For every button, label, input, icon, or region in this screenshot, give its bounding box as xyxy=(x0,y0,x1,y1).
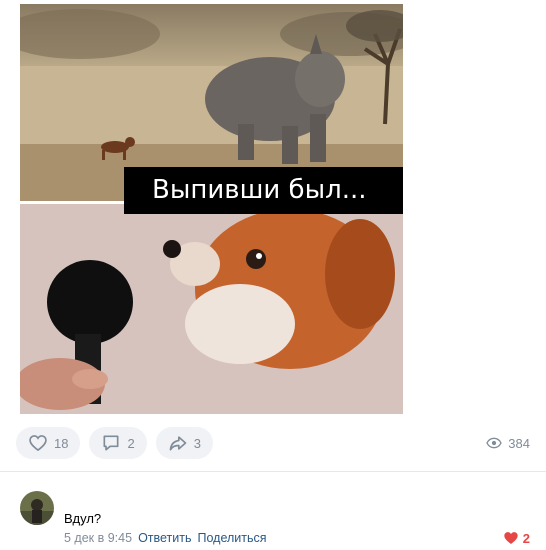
comment-date[interactable]: 5 дек в 9:45 xyxy=(64,531,132,545)
comment-author-name[interactable] xyxy=(64,492,164,502)
comment-count: 2 xyxy=(127,435,135,451)
share-arrow-icon xyxy=(169,436,187,451)
heart-filled-icon xyxy=(504,532,518,544)
comment-like-button[interactable]: 2 xyxy=(503,530,530,546)
heart-outline-icon xyxy=(29,435,47,452)
like-count: 18 xyxy=(54,435,69,451)
share-button[interactable]: 3 xyxy=(155,427,213,459)
post-actions: 18 2 3 xyxy=(16,427,213,459)
speech-bubble-icon xyxy=(103,435,119,451)
avatar-image xyxy=(20,491,54,525)
dog-interview-photo xyxy=(20,204,403,414)
share-count: 3 xyxy=(193,435,201,451)
divider xyxy=(0,471,546,472)
comment-button[interactable]: 2 xyxy=(89,427,147,459)
post-image[interactable]: Выпивши был... xyxy=(20,4,403,414)
meme-caption: Выпивши был... xyxy=(124,167,403,214)
views-count: 384 xyxy=(508,435,530,451)
comment-meta: 5 дек в 9:45 Ответить Поделиться xyxy=(64,531,267,545)
eye-icon xyxy=(486,437,503,449)
reply-link[interactable]: Ответить xyxy=(138,531,191,545)
comment-like-count: 2 xyxy=(522,530,530,546)
like-button[interactable]: 18 xyxy=(16,427,81,459)
comment-text: Вдул? xyxy=(64,511,102,526)
share-link[interactable]: Поделиться xyxy=(198,531,267,545)
views-counter: 384 xyxy=(486,435,530,451)
avatar[interactable] xyxy=(20,491,54,525)
